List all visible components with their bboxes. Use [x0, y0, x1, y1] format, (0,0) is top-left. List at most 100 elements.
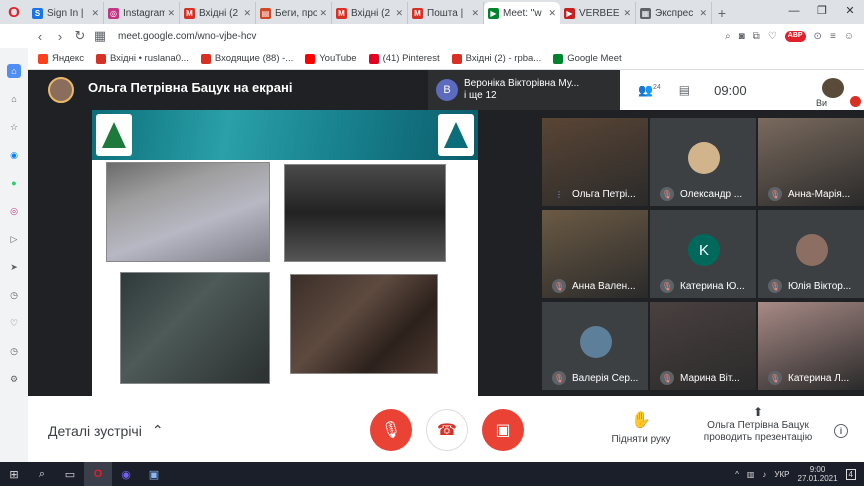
history-icon[interactable]: ◷: [7, 344, 21, 358]
camera-icon[interactable]: ◙: [739, 31, 745, 42]
notifications-icon[interactable]: 4: [845, 468, 856, 480]
bookmark-item[interactable]: Яндекс: [38, 53, 84, 64]
keyboard-language[interactable]: УКР: [774, 470, 789, 479]
browser-tab[interactable]: M Вхідні (2 ✕: [332, 2, 408, 24]
second-presentation-chip[interactable]: В Вероніка Вікторівна Му... і ще 12: [428, 70, 646, 110]
opera-taskbar-icon[interactable]: O: [84, 462, 112, 486]
mic-off-icon: 🎙: [660, 187, 674, 201]
leave-call-button[interactable]: ☎: [426, 409, 468, 451]
presenter-title: Ольга Петрівна Бацук на екрані: [88, 80, 293, 95]
task-view-icon[interactable]: ▭: [56, 462, 84, 486]
close-tab-icon[interactable]: ✕: [243, 8, 251, 19]
chevron-up-icon: ⌃: [151, 422, 164, 438]
volume-icon[interactable]: ♪: [762, 470, 766, 479]
menu-icon[interactable]: ≡: [830, 31, 836, 42]
snapshot-icon[interactable]: ⊙: [814, 31, 822, 42]
whatsapp-icon[interactable]: ●: [7, 176, 21, 190]
browser-tab[interactable]: ▤ Беги, про ✕: [256, 2, 332, 24]
participant-tile[interactable]: 🎙 Марина Віт...: [650, 302, 756, 390]
mic-off-icon: 🎙: [552, 279, 566, 293]
close-tab-icon[interactable]: ✕: [395, 8, 403, 19]
extension-icon[interactable]: ⧉: [753, 31, 760, 42]
player-icon[interactable]: ▷: [7, 232, 21, 246]
self-view-tile[interactable]: Ви: [814, 70, 864, 110]
profile-icon[interactable]: ☺: [844, 31, 854, 42]
tab-favicon-icon: ▶: [564, 7, 575, 19]
close-tab-icon[interactable]: ✕: [91, 8, 99, 19]
participant-name: Ольга Петрі...: [572, 189, 636, 200]
send-icon[interactable]: ➤: [7, 260, 21, 274]
search-icon[interactable]: ⌕: [725, 31, 731, 42]
screen-app-taskbar-icon[interactable]: ▣: [140, 462, 168, 486]
browser-tab[interactable]: M Пошта | ✕: [408, 2, 484, 24]
meeting-details-toggle[interactable]: Деталі зустрічі ⌃: [48, 422, 164, 439]
browser-tab[interactable]: ◎ Instagram ✕: [104, 2, 180, 24]
people-icon[interactable]: 👥24: [638, 83, 661, 97]
address-bar-icons: ⌕ ◙ ⧉ ♡ ABP ⊙ ≡ ☺: [725, 30, 864, 42]
bookmark-heart-icon[interactable]: ♡: [768, 31, 777, 42]
bookmark-item[interactable]: Google Meet: [553, 53, 622, 64]
participant-tile[interactable]: K 🎙 Катерина Ю...: [650, 210, 756, 298]
participant-tile[interactable]: 🎙 Анна-Марія...: [758, 118, 864, 206]
speed-dial-icon[interactable]: ⌂: [7, 92, 21, 106]
participant-tile[interactable]: 🎙 Катерина Л...: [758, 302, 864, 390]
favorites-icon[interactable]: ☆: [7, 120, 21, 134]
close-tab-icon[interactable]: ✕: [699, 8, 707, 19]
bookmark-item[interactable]: (41) Pinterest: [368, 53, 440, 64]
chat-icon[interactable]: ▤: [679, 83, 690, 97]
bookmark-item[interactable]: YouTube: [305, 53, 357, 64]
forward-icon[interactable]: ›: [50, 29, 70, 44]
browser-tab[interactable]: ▶ Meet: "w ✕: [484, 2, 560, 24]
clock-icon[interactable]: ◷: [7, 288, 21, 302]
info-icon[interactable]: i: [834, 424, 848, 438]
chevron-up-icon[interactable]: ^: [735, 470, 739, 479]
network-icon[interactable]: ▥: [747, 470, 755, 479]
viber-taskbar-icon[interactable]: ◉: [112, 462, 140, 486]
tab-title: Беги, про: [275, 7, 318, 19]
participant-tile[interactable]: 🎙 Валерія Сер...: [542, 302, 648, 390]
bookmark-item[interactable]: Вхідні (2) - rpba...: [451, 53, 541, 64]
adblock-icon[interactable]: ABP: [784, 30, 806, 42]
url-field[interactable]: meet.google.com/wno-vjbe-hcv: [118, 31, 256, 42]
instagram-icon[interactable]: ◎: [7, 204, 21, 218]
speed-dial-icon[interactable]: ▦: [90, 28, 110, 44]
restore-button[interactable]: ❐: [808, 0, 836, 24]
close-window-button[interactable]: ✕: [836, 0, 864, 24]
bookmark-label: YouTube: [319, 53, 357, 64]
close-tab-icon[interactable]: ✕: [623, 8, 631, 19]
minimize-button[interactable]: —: [780, 0, 808, 24]
audio-level-icon: ⋮: [555, 189, 563, 199]
close-tab-icon[interactable]: ✕: [319, 8, 327, 19]
settings-icon[interactable]: ⚙: [7, 372, 21, 386]
mic-toggle-button[interactable]: 🎙: [370, 409, 412, 451]
participant-tile[interactable]: 🎙 Анна Вален...: [542, 210, 648, 298]
camera-toggle-button[interactable]: ▣: [482, 409, 524, 451]
windows-start-icon[interactable]: ⊞: [0, 462, 28, 486]
close-tab-icon[interactable]: ✕: [167, 8, 175, 19]
bookmark-label: Google Meet: [567, 53, 622, 64]
new-tab-button[interactable]: +: [712, 2, 732, 24]
presenting-indicator[interactable]: ⬆ Ольга Петрівна Бацук проводить презент…: [696, 406, 820, 444]
browser-tab[interactable]: M Вхідні (2 ✕: [180, 2, 256, 24]
browser-tab[interactable]: ▦ Экспрес ✕: [636, 2, 712, 24]
heart-icon[interactable]: ♡: [7, 316, 21, 330]
browser-tab[interactable]: S Sign In | ✕: [28, 2, 104, 24]
opera-logo-icon[interactable]: O: [0, 0, 28, 24]
mic-off-icon: 🎙: [768, 279, 782, 293]
search-icon[interactable]: ⌕: [28, 462, 56, 486]
participant-avatar: [796, 234, 828, 266]
back-icon[interactable]: ‹: [30, 29, 50, 44]
participant-tile[interactable]: 🎙 Олександр ...: [650, 118, 756, 206]
browser-tab[interactable]: ▶ VERBEE ✕: [560, 2, 636, 24]
bookmark-item[interactable]: Входящие (88) -...: [200, 53, 293, 64]
reload-icon[interactable]: ↻: [70, 28, 90, 44]
close-tab-icon[interactable]: ✕: [471, 8, 479, 19]
bookmark-item[interactable]: Вхідні • ruslana0...: [95, 53, 189, 64]
workspace-icon[interactable]: ⌂: [7, 64, 21, 78]
participant-tile[interactable]: 🎙 Юлія Віктор...: [758, 210, 864, 298]
messenger-icon[interactable]: ◉: [7, 148, 21, 162]
participant-tile[interactable]: ⋮ Ольга Петрі...: [542, 118, 648, 206]
tray-clock[interactable]: 9:00 27.01.2021: [798, 465, 838, 483]
raise-hand-button[interactable]: ✋ Підняти руку: [608, 410, 674, 445]
close-tab-icon[interactable]: ✕: [548, 8, 556, 19]
